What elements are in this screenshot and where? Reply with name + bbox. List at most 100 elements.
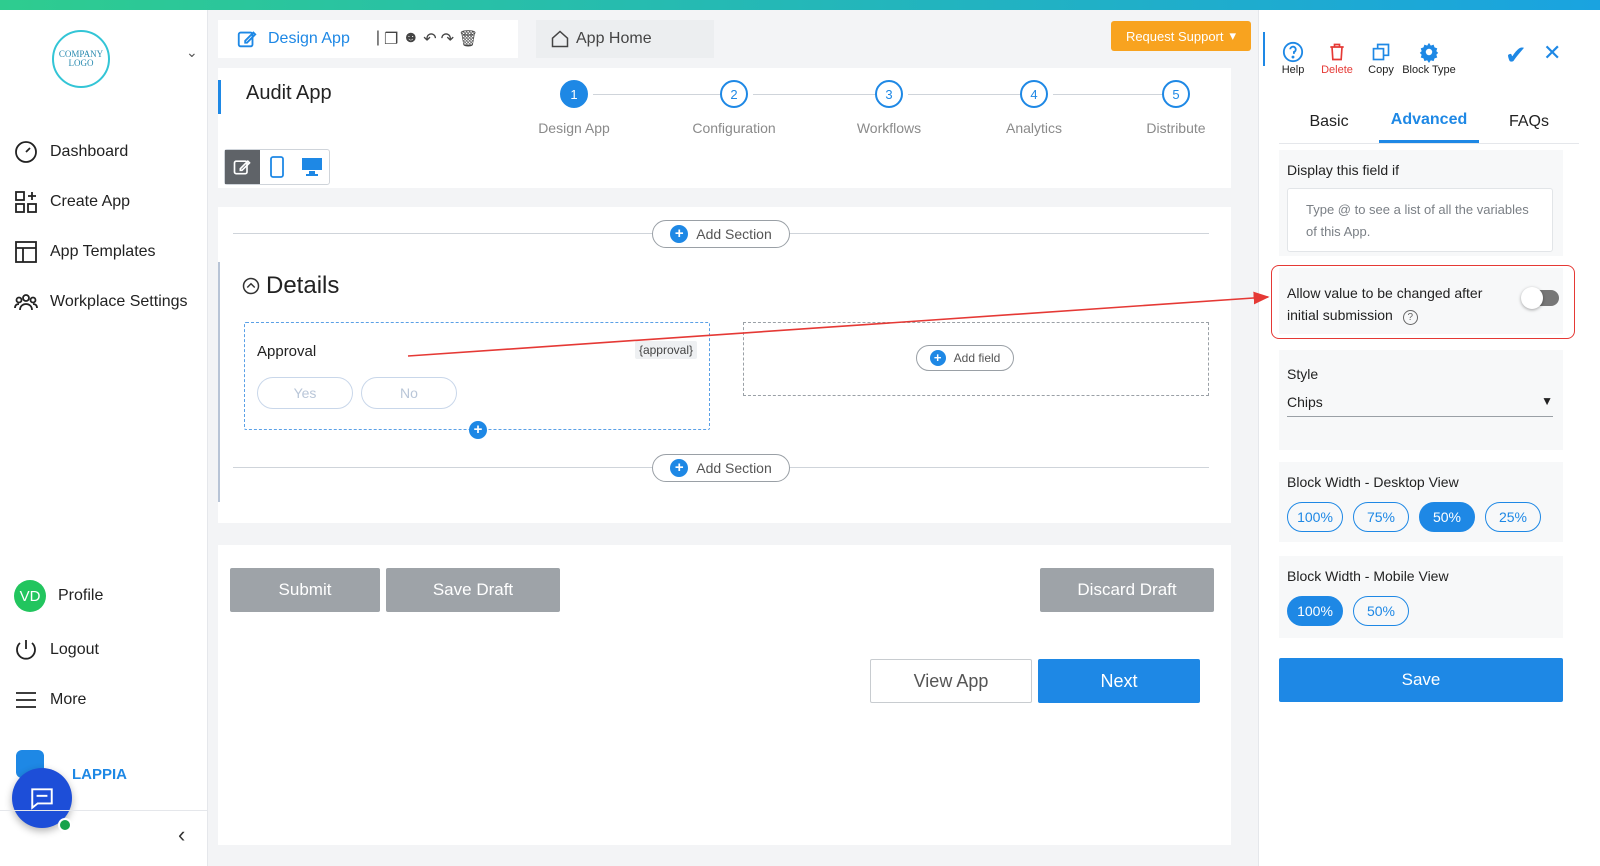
chevron-down-icon[interactable]: ⌄ <box>186 44 198 61</box>
mobile-view-button[interactable] <box>260 150 295 184</box>
tool-label: Delete <box>1321 64 1353 76</box>
redo-icon[interactable]: ↷ <box>441 29 454 49</box>
step-configuration[interactable]: 2 Configuration <box>674 80 794 136</box>
gear-icon <box>1397 40 1461 64</box>
step-number: 2 <box>720 80 748 108</box>
step-number: 3 <box>875 80 903 108</box>
desktop-icon <box>301 158 322 176</box>
caret-down-icon: ▼ <box>1541 394 1553 408</box>
mobile-width-50[interactable]: 50% <box>1353 596 1409 626</box>
discard-draft-button[interactable]: Discard Draft <box>1040 568 1214 612</box>
avatar: VD <box>14 580 46 612</box>
desktop-width-75[interactable]: 75% <box>1353 502 1409 532</box>
add-field-button[interactable]: + Add field <box>916 345 1014 371</box>
desktop-width-50[interactable]: 50% <box>1419 502 1475 532</box>
edit-view-button[interactable] <box>225 150 260 184</box>
top-gradient-bar <box>0 0 1600 10</box>
desktop-width-25[interactable]: 25% <box>1485 502 1541 532</box>
step-number: 4 <box>1020 80 1048 108</box>
button-label: Add Section <box>696 226 772 242</box>
home-icon <box>551 30 569 48</box>
main-area: Design App | ❐ ☻ ↶ ↷ 🗑 App Home Request … <box>218 10 1253 866</box>
request-support-button[interactable]: Request Support ▾ <box>1111 21 1251 51</box>
copy-button[interactable]: Copy <box>1363 40 1399 76</box>
mobile-width-label: Block Width - Mobile View <box>1287 568 1449 584</box>
tab-label: App Home <box>576 30 652 47</box>
add-field-placeholder: + Add field <box>743 322 1209 396</box>
step-label: Distribute <box>1146 120 1206 136</box>
trash-icon[interactable]: 🗑 <box>458 29 478 49</box>
highlight-annotation-box <box>1271 265 1575 339</box>
step-workflows[interactable]: 3 Workflows <box>829 80 949 136</box>
approval-field-block[interactable]: Approval {approval} Yes No + <box>244 322 710 439</box>
plus-icon: + <box>469 421 487 439</box>
next-button[interactable]: Next <box>1038 659 1200 703</box>
tool-label: Copy <box>1368 64 1394 76</box>
step-label: Design App <box>538 120 610 136</box>
sidebar-item-create-app[interactable]: Create App <box>14 190 130 214</box>
step-analytics[interactable]: 4 Analytics <box>974 80 1094 136</box>
dashboard-gauge-icon <box>15 141 37 163</box>
close-icon[interactable]: ✕ <box>1543 40 1561 66</box>
desktop-width-100[interactable]: 100% <box>1287 502 1343 532</box>
save-draft-button[interactable]: Save Draft <box>386 568 560 612</box>
sidebar-item-label: Logout <box>50 641 99 658</box>
tab-faqs[interactable]: FAQs <box>1479 100 1579 143</box>
tab-advanced[interactable]: Advanced <box>1379 100 1479 143</box>
sidebar-item-app-templates[interactable]: App Templates <box>14 240 156 264</box>
plus-icon: + <box>929 350 946 366</box>
style-select[interactable]: Chips ▼ <box>1287 394 1553 417</box>
divider <box>0 810 208 811</box>
power-icon <box>16 640 36 660</box>
design-toolbar: | ❐ ☻ ↶ ↷ 🗑 <box>376 29 478 49</box>
add-section-button[interactable]: + Add Section <box>652 454 790 482</box>
delete-button[interactable]: Delete <box>1317 40 1357 76</box>
add-section-button[interactable]: + Add Section <box>652 220 790 248</box>
mobile-icon <box>270 156 284 178</box>
sidebar-item-more[interactable]: More <box>14 688 86 712</box>
chip-option-yes[interactable]: Yes <box>257 377 353 409</box>
company-logo[interactable]: COMPANY LOGO <box>52 30 110 88</box>
sidebar-item-label: Create App <box>50 193 131 210</box>
display-condition-input[interactable]: Type @ to see a list of all the variable… <box>1287 188 1553 252</box>
add-user-icon[interactable]: ☻ <box>402 29 419 49</box>
add-below-button[interactable]: + <box>469 421 487 439</box>
confirm-check-icon[interactable]: ✔ <box>1505 40 1527 71</box>
step-design-app[interactable]: 1 Design App <box>514 80 634 136</box>
sidebar-item-logout[interactable]: Logout <box>14 638 99 662</box>
sidebar-item-dashboard[interactable]: Dashboard <box>14 140 128 164</box>
save-button[interactable]: Save <box>1279 658 1563 702</box>
tab-design-app[interactable]: Design App | ❐ ☻ ↶ ↷ 🗑 <box>218 20 518 58</box>
copy-icon[interactable]: ❐ <box>384 29 398 49</box>
step-distribute[interactable]: 5 Distribute <box>1116 80 1236 136</box>
tab-app-home[interactable]: App Home <box>536 20 714 58</box>
style-label: Style <box>1287 366 1319 382</box>
collapse-circle-icon <box>242 277 260 295</box>
submit-button[interactable]: Submit <box>230 568 380 612</box>
chip-option-no[interactable]: No <box>361 377 457 409</box>
mobile-width-options: 100% 50% <box>1287 596 1555 626</box>
sidebar-item-profile[interactable]: VD Profile <box>14 580 103 612</box>
step-label: Configuration <box>692 120 776 136</box>
block-type-button[interactable]: Block Type <box>1397 40 1461 76</box>
tab-basic[interactable]: Basic <box>1279 100 1379 143</box>
sidebar-item-workplace-settings[interactable]: Workplace Settings <box>14 290 188 314</box>
trash-icon <box>1317 40 1357 64</box>
chat-icon <box>31 788 53 810</box>
undo-icon[interactable]: ↶ <box>423 29 436 49</box>
collapse-sidebar-icon[interactable]: ‹ <box>178 822 185 848</box>
desktop-view-button[interactable] <box>294 150 329 184</box>
view-app-button[interactable]: View App <box>870 659 1032 703</box>
mobile-width-card: Block Width - Mobile View 100% 50% <box>1279 556 1563 638</box>
desktop-width-options: 100% 75% 50% 25% <box>1287 502 1555 532</box>
section-title[interactable]: Details <box>242 272 339 300</box>
tool-label: Help <box>1281 64 1305 76</box>
section-title-text: Details <box>266 272 340 299</box>
edit-icon <box>233 159 252 175</box>
copy-icon <box>1363 40 1399 64</box>
field-key-badge: {approval} <box>634 341 697 359</box>
caret-down-icon: ▾ <box>1229 28 1237 43</box>
help-button[interactable]: Help <box>1275 40 1311 76</box>
sidebar-item-label: Dashboard <box>50 143 129 160</box>
mobile-width-100[interactable]: 100% <box>1287 596 1343 626</box>
